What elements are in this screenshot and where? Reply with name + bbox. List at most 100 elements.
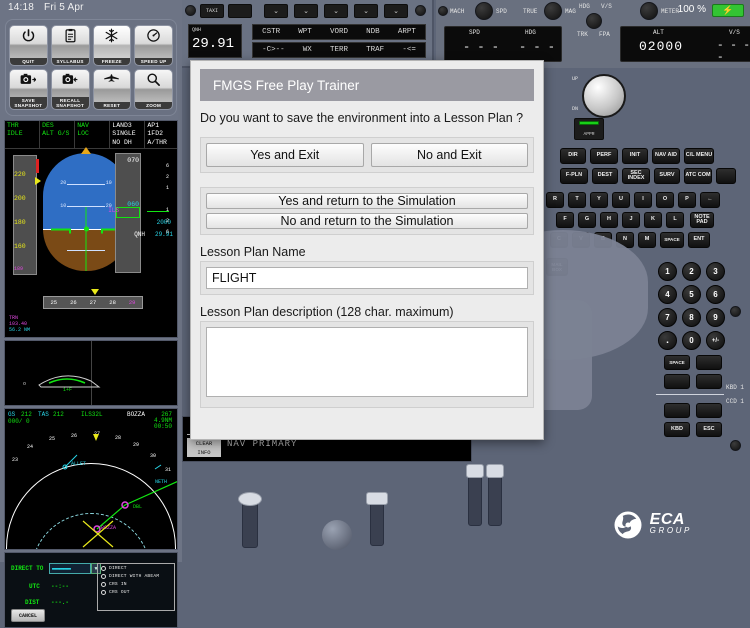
efis-ls[interactable]: -C>-- (262, 46, 285, 54)
mcdu-key-p[interactable]: P (678, 192, 696, 208)
numpad-2[interactable]: 2 (682, 262, 701, 281)
numpad-plusminus[interactable]: +/- (706, 331, 725, 350)
mcdu-key-ent[interactable]: ENT (688, 232, 710, 248)
mcdu-key-space[interactable]: SPACE (660, 232, 684, 248)
mcdu-key-navaid[interactable]: NAV AID (652, 148, 680, 164)
mcdu-key-init[interactable]: INIT (622, 148, 648, 164)
mcdu-key-clmenu[interactable]: C/L MENU (684, 148, 714, 164)
fcu-knob-left[interactable] (438, 6, 448, 16)
efis-chevron-1[interactable]: ⌄ (264, 4, 288, 18)
yes-and-exit-button[interactable]: Yes and Exit (206, 143, 364, 167)
efis-terr[interactable]: TERR (330, 46, 348, 54)
keypad-knob-bottom[interactable] (730, 440, 741, 451)
mcdu-key-l[interactable]: L (666, 212, 684, 228)
efis-traf[interactable]: TRAF (366, 46, 384, 54)
efis-chevron-2[interactable]: ⌄ (294, 4, 318, 18)
mcdu-key-notepad[interactable]: NOTE PAD (690, 212, 714, 228)
mcdu-key-surv[interactable]: SURV (654, 168, 680, 184)
numpad-blank-1[interactable] (696, 355, 722, 370)
option-direct-abeam[interactable]: DIRECT WITH ABEAM (98, 572, 174, 580)
reset-button[interactable]: RESET (93, 69, 132, 110)
efis-arpt[interactable]: ARPT (398, 28, 416, 36)
numpad-3[interactable]: 3 (706, 262, 725, 281)
efis-cstr[interactable]: CSTR (262, 28, 280, 36)
numpad-1[interactable]: 1 (658, 262, 677, 281)
numpad-4[interactable]: 4 (658, 285, 677, 304)
efis-wx[interactable]: WX (303, 46, 312, 54)
spd-mach-knob[interactable] (475, 2, 493, 20)
trim-wheel[interactable] (322, 520, 352, 550)
numpad-0[interactable]: 0 (682, 331, 701, 350)
appr-button[interactable]: APPR (574, 118, 604, 140)
pedestal-lever-3[interactable] (242, 500, 258, 548)
numpad-space-button[interactable]: SPACE (664, 355, 690, 370)
pedestal-knob-3[interactable] (238, 492, 262, 506)
pedestal-knob-4[interactable] (366, 492, 388, 505)
zoom-button[interactable]: ZOOM (134, 69, 173, 110)
mcdu-key-i[interactable]: I (634, 192, 652, 208)
direct-to-input[interactable]: ▬▬▬▬▬ (49, 563, 91, 574)
direct-to-cancel-button[interactable]: CANCEL (11, 609, 45, 622)
efis-vord[interactable]: VORD (330, 28, 348, 36)
efis-ndb[interactable]: NDB (366, 28, 380, 36)
mcdu-key-m[interactable]: M (638, 232, 656, 248)
numpad-6[interactable]: 6 (706, 285, 725, 304)
speed-up-button[interactable]: SPEED UP (134, 25, 173, 66)
mcdu-key-blank[interactable] (716, 168, 736, 184)
mcdu-key-g[interactable]: G (578, 212, 596, 228)
keypad-blank-4[interactable] (664, 403, 690, 418)
efis-knob-right[interactable] (415, 5, 426, 16)
mcdu-key-k[interactable]: K (644, 212, 662, 228)
efis-chevron-4[interactable]: ⌄ (354, 4, 378, 18)
no-and-exit-button[interactable]: No and Exit (371, 143, 529, 167)
mcdu-key-perf[interactable]: PERF (590, 148, 618, 164)
save-snapshot-button[interactable]: SAVE SNAPSHOT (9, 69, 48, 110)
freeze-button[interactable]: FREEZE (93, 25, 132, 66)
numpad-blank-3[interactable] (696, 374, 722, 389)
mcdu-key-atccom[interactable]: ATC COM (684, 168, 712, 184)
numpad-9[interactable]: 9 (706, 308, 725, 327)
efis-wpt[interactable]: WPT (298, 28, 312, 36)
hdg-trk-knob[interactable] (586, 13, 602, 29)
efis-blank-button[interactable] (228, 4, 252, 18)
pedestal-lever-4[interactable] (370, 498, 384, 546)
option-direct[interactable]: DIRECT (98, 564, 174, 572)
mcdu-key-u[interactable]: U (612, 192, 630, 208)
clear-info-button[interactable]: CLEAR INFO (187, 438, 221, 457)
recall-snapshot-button[interactable]: RECALL SNAPSHOT (51, 69, 90, 110)
true-mag-knob[interactable] (544, 2, 562, 20)
kbd-button[interactable]: KBD (664, 422, 690, 437)
option-crs-out[interactable]: CRS OUT (98, 588, 174, 596)
lesson-plan-name-input[interactable] (206, 267, 528, 289)
numpad-7[interactable]: 7 (658, 308, 677, 327)
mcdu-key-o[interactable]: O (656, 192, 674, 208)
quit-button[interactable]: QUIT (9, 25, 48, 66)
syllabus-button[interactable]: SYLLABUS (51, 25, 90, 66)
mcdu-key-fpln[interactable]: F-PLN (560, 168, 588, 184)
mcdu-key-t[interactable]: T (568, 192, 586, 208)
mcdu-key-j[interactable]: J (622, 212, 640, 228)
throttle-lever-2[interactable] (488, 470, 502, 526)
mcdu-key-y[interactable]: Y (590, 192, 608, 208)
numpad-decimal[interactable]: . (658, 331, 677, 350)
efis-knob-left[interactable] (185, 5, 196, 16)
lesson-plan-description-input[interactable] (206, 327, 528, 397)
meter-knob[interactable] (640, 2, 658, 20)
esc-button[interactable]: ESC (696, 422, 722, 437)
numpad-8[interactable]: 8 (682, 308, 701, 327)
option-crs-in[interactable]: CRS IN (98, 580, 174, 588)
throttle-knob-1[interactable] (466, 464, 484, 478)
mcdu-key-r[interactable]: R (546, 192, 564, 208)
throttle-knob-2[interactable] (486, 464, 504, 478)
no-and-return-button[interactable]: No and return to the Simulation (206, 213, 528, 229)
mcdu-key-dest[interactable]: DEST (592, 168, 618, 184)
mcdu-key-secindex[interactable]: SEC INDEX (622, 168, 650, 184)
efis-chevron-3[interactable]: ⌄ (324, 4, 348, 18)
numpad-5[interactable]: 5 (682, 285, 701, 304)
mcdu-key-dir[interactable]: DIR (560, 148, 586, 164)
mcdu-key-f[interactable]: F (556, 212, 574, 228)
efis-arc[interactable]: -<= (402, 46, 416, 54)
mcdu-key-h[interactable]: H (600, 212, 618, 228)
vs-selector-knob[interactable] (582, 74, 626, 118)
numpad-blank-2[interactable] (664, 374, 690, 389)
